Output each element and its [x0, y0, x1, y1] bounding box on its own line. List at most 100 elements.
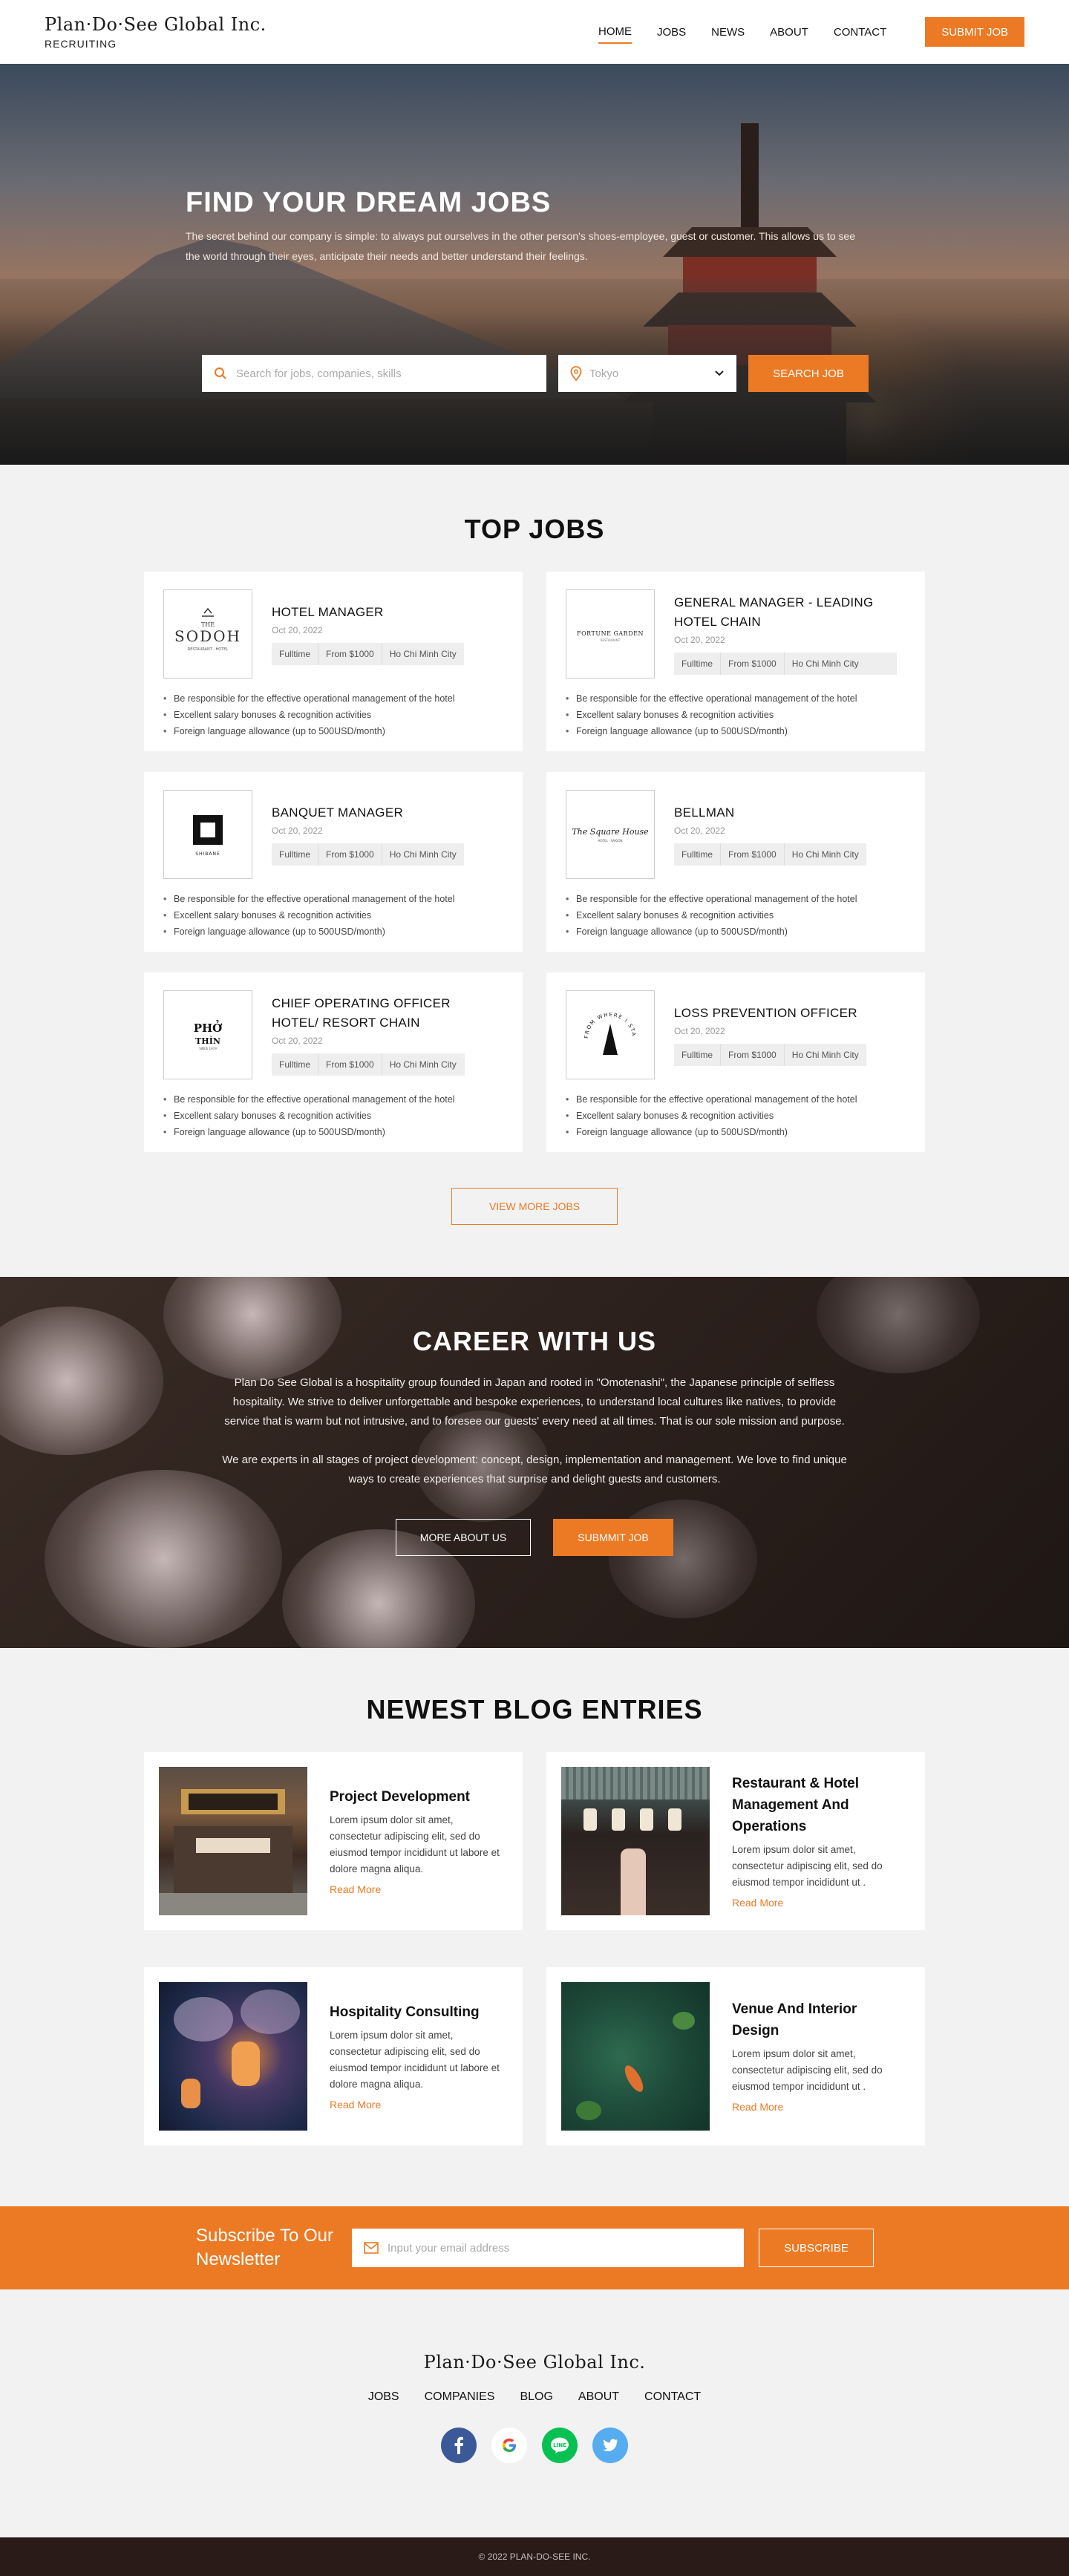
- summit-job-button[interactable]: SUBMMIT JOB: [553, 1519, 673, 1556]
- hero-banner: FIND YOUR DREAM JOBS The secret behind o…: [0, 64, 1069, 465]
- nav-about[interactable]: ABOUT: [770, 22, 808, 43]
- svg-text:FROM WHERE I STAND: FROM WHERE I STAND: [577, 1001, 637, 1039]
- location-value: Tokyo: [589, 367, 619, 380]
- company-logo: PHỞ THÌN SINCE 1979: [163, 990, 252, 1079]
- footer-link-about[interactable]: ABOUT: [578, 2390, 619, 2404]
- blog-image-restaurant[interactable]: [561, 1767, 710, 1915]
- benefit-item: Be responsible for the effective operati…: [566, 1091, 906, 1108]
- job-card[interactable]: THE SODOH RESTAURANT · HOTEL HOTEL MANAG…: [144, 572, 523, 751]
- job-title[interactable]: BANQUET MANAGER: [272, 803, 464, 823]
- footer-link-companies[interactable]: COMPANIES: [425, 2390, 495, 2404]
- svg-text:RESTAURANT · HOTEL: RESTAURANT · HOTEL: [188, 647, 229, 652]
- benefit-item: Be responsible for the effective operati…: [163, 690, 503, 707]
- google-icon[interactable]: [491, 2428, 527, 2463]
- benefit-item: Excellent salary bonuses & recognition a…: [566, 707, 906, 723]
- job-card[interactable]: The Square House HOTEL · SAIGON BELLMAN …: [546, 772, 925, 952]
- search-input[interactable]: [236, 367, 533, 380]
- brand[interactable]: Plan·Do·See Global Inc. RECRUITING: [45, 14, 267, 50]
- job-tags: Fulltime From $1000 Ho Chi Minh City: [272, 643, 464, 665]
- chevron-down-icon: [715, 370, 724, 376]
- job-date: Oct 20, 2022: [272, 1036, 323, 1046]
- benefit-item: Be responsible for the effective operati…: [163, 1091, 503, 1108]
- blog-entry-title[interactable]: Restaurant & Hotel Management And Operat…: [732, 1773, 903, 1837]
- jobs-grid: THE SODOH RESTAURANT · HOTEL HOTEL MANAG…: [128, 572, 941, 1152]
- benefit-item: Be responsible for the effective operati…: [566, 690, 906, 707]
- blog-card[interactable]: Project Development Lorem ipsum dolor si…: [144, 1752, 523, 1930]
- blog-title: NEWEST BLOG ENTRIES: [366, 1694, 703, 1725]
- benefit-item: Excellent salary bonuses & recognition a…: [163, 707, 503, 723]
- job-card[interactable]: FORTUNE GARDEN RESTAURANT GENERAL MANAGE…: [546, 572, 925, 751]
- salary-tag: From $1000: [318, 843, 382, 866]
- twitter-icon[interactable]: [592, 2428, 628, 2463]
- location-tag: Ho Chi Minh City: [791, 658, 859, 669]
- benefit-item: Be responsible for the effective operati…: [163, 891, 503, 907]
- mail-icon: [364, 2242, 379, 2254]
- submit-job-button[interactable]: SUBMIT JOB: [925, 17, 1024, 47]
- email-input[interactable]: [388, 2241, 729, 2255]
- job-title[interactable]: HOTEL MANAGER: [272, 603, 464, 622]
- footer-brand[interactable]: Plan·Do·See Global Inc.: [0, 2352, 1069, 2373]
- blog-entry-title[interactable]: Hospitality Consulting: [330, 2001, 508, 2023]
- subscribe-button[interactable]: SUBSCRIBE: [759, 2229, 874, 2267]
- job-title[interactable]: LOSS PREVENTION OFFICER: [674, 1004, 866, 1023]
- read-more-link[interactable]: Read More: [732, 2101, 783, 2113]
- read-more-link[interactable]: Read More: [330, 2099, 381, 2111]
- footer-link-jobs[interactable]: JOBS: [368, 2390, 399, 2404]
- facebook-icon[interactable]: [441, 2428, 477, 2463]
- blog-image-koi-pond[interactable]: [561, 1982, 710, 2131]
- nav-home[interactable]: HOME: [598, 21, 632, 44]
- benefit-item: Excellent salary bonuses & recognition a…: [163, 907, 503, 923]
- search-field[interactable]: [202, 355, 546, 392]
- svg-text:HOTEL · SAIGON: HOTEL · SAIGON: [598, 839, 623, 843]
- company-logo: The Square House HOTEL · SAIGON: [566, 790, 655, 879]
- job-card[interactable]: PHỞ THÌN SINCE 1979 CHIEF OPERATING OFFI…: [144, 972, 523, 1152]
- benefit-item: Excellent salary bonuses & recognition a…: [163, 1108, 503, 1124]
- nav-contact[interactable]: CONTACT: [834, 22, 886, 43]
- job-date: Oct 20, 2022: [674, 1026, 725, 1036]
- view-more-jobs-button[interactable]: VIEW MORE JOBS: [451, 1188, 618, 1225]
- career-title: CAREER WITH US: [413, 1326, 656, 1356]
- footer-nav: JOBS COMPANIES BLOG ABOUT CONTACT: [0, 2390, 1069, 2404]
- blog-image-lanterns[interactable]: [159, 1982, 307, 2131]
- benefit-item: Foreign language allowance (up to 500USD…: [566, 1124, 906, 1140]
- benefit-item: Foreign language allowance (up to 500USD…: [163, 1124, 503, 1140]
- nav-news[interactable]: NEWS: [711, 22, 745, 43]
- company-logo: FROM WHERE I STAND: [566, 990, 655, 1079]
- blog-grid: Project Development Lorem ipsum dolor si…: [128, 1752, 941, 2145]
- job-title[interactable]: CHIEF OPERATING OFFICER HOTEL/ RESORT CH…: [272, 994, 465, 1033]
- svg-text:SHIBANE: SHIBANE: [195, 851, 220, 857]
- blog-entry-excerpt: Lorem ipsum dolor sit amet, consectetur …: [330, 1814, 500, 1874]
- blog-entry-title[interactable]: Project Development: [330, 1786, 508, 1808]
- read-more-link[interactable]: Read More: [330, 1883, 381, 1895]
- job-benefits: Be responsible for the effective operati…: [163, 891, 503, 940]
- job-title[interactable]: BELLMAN: [674, 803, 866, 823]
- blog-card[interactable]: Venue And Interior Design Lorem ipsum do…: [546, 1967, 925, 2145]
- company-logo: THE SODOH RESTAURANT · HOTEL: [163, 589, 252, 679]
- job-date: Oct 20, 2022: [674, 635, 725, 645]
- career-section: CAREER WITH US Plan Do See Global is a h…: [0, 1277, 1069, 1648]
- salary-tag: From $1000: [721, 1044, 785, 1066]
- job-type-tag: Fulltime: [272, 1053, 319, 1076]
- more-about-us-button[interactable]: MORE ABOUT US: [396, 1519, 531, 1556]
- newsletter-email-field[interactable]: [352, 2229, 744, 2267]
- footer-link-blog[interactable]: BLOG: [520, 2390, 552, 2404]
- salary-tag: From $1000: [721, 653, 785, 675]
- benefit-item: Excellent salary bonuses & recognition a…: [566, 1108, 906, 1124]
- blog-image-storefront[interactable]: [159, 1767, 307, 1915]
- blog-card[interactable]: Hospitality Consulting Lorem ipsum dolor…: [144, 1967, 523, 2145]
- nav-jobs[interactable]: JOBS: [657, 22, 686, 43]
- job-tags: Fulltime From $1000 Ho Chi Minh City: [674, 843, 866, 866]
- read-more-link[interactable]: Read More: [732, 1897, 783, 1909]
- blog-entry-title[interactable]: Venue And Interior Design: [732, 1998, 903, 2041]
- location-select[interactable]: Tokyo: [558, 355, 736, 392]
- job-card[interactable]: FROM WHERE I STAND LOSS PREVENTION OFFIC…: [546, 972, 925, 1152]
- line-icon[interactable]: LINE: [542, 2428, 578, 2463]
- job-tags: Fulltime From $1000 Ho Chi Minh City: [674, 653, 897, 675]
- job-card[interactable]: SHIBANE BANQUET MANAGER Oct 20, 2022 Ful…: [144, 772, 523, 952]
- job-title[interactable]: GENERAL MANAGER - LEADING HOTEL CHAIN: [674, 593, 897, 632]
- top-jobs-title: TOP JOBS: [464, 514, 605, 544]
- svg-text:SINCE 1979: SINCE 1979: [199, 1047, 217, 1050]
- search-job-button[interactable]: SEARCH JOB: [748, 355, 869, 392]
- footer-link-contact[interactable]: CONTACT: [644, 2390, 701, 2404]
- blog-card[interactable]: Restaurant & Hotel Management And Operat…: [546, 1752, 925, 1930]
